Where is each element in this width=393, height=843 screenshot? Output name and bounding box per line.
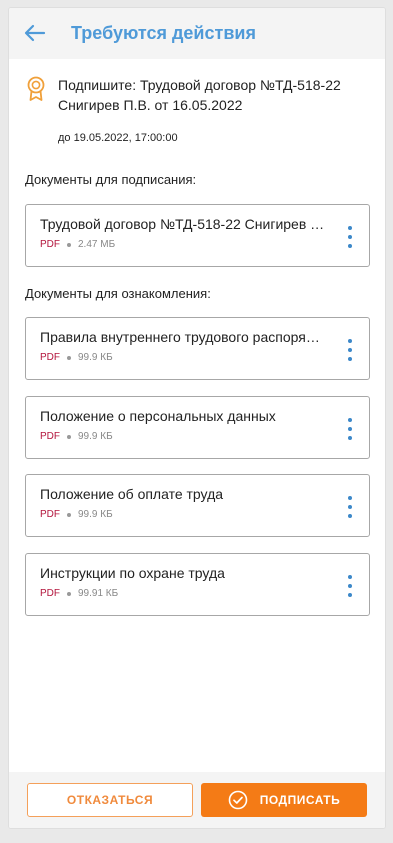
document-card[interactable]: Положение о персональных данных PDF 99.9… — [25, 396, 370, 459]
document-name: Положение об оплате труда — [40, 486, 224, 502]
award-badge-icon — [27, 76, 45, 101]
top-bar: Требуются действия — [9, 8, 385, 59]
document-meta: PDF 2.47 МБ — [40, 239, 115, 250]
more-vertical-icon[interactable] — [347, 339, 353, 361]
document-size: 99.9 КБ — [78, 509, 113, 520]
read-section-title: Документы для ознакомления: — [25, 286, 211, 301]
app-window: Требуются действия Подпишите: Трудовой д… — [8, 7, 386, 829]
document-meta: PDF 99.9 КБ — [40, 509, 113, 520]
separator-dot — [67, 434, 71, 439]
document-size: 99.9 КБ — [78, 352, 113, 363]
separator-dot — [67, 591, 71, 596]
document-name: Инструкции по охране труда — [40, 565, 225, 581]
back-arrow-icon[interactable] — [24, 22, 46, 44]
sign-button-label: ПОДПИСАТЬ — [259, 793, 341, 807]
document-name: Трудовой договор №ТД-518-22 Снигирев П.В… — [40, 216, 325, 232]
document-card[interactable]: Инструкции по охране труда PDF 99.91 КБ — [25, 553, 370, 616]
separator-dot — [67, 355, 71, 360]
separator-dot — [67, 242, 71, 247]
document-meta: PDF 99.9 КБ — [40, 431, 113, 442]
separator-dot — [67, 512, 71, 517]
action-bar: ОТКАЗАТЬСЯ ПОДПИСАТЬ — [9, 772, 385, 828]
document-size: 99.91 КБ — [78, 588, 119, 599]
document-card[interactable]: Положение об оплате труда PDF 99.9 КБ — [25, 474, 370, 537]
sign-button[interactable]: ПОДПИСАТЬ — [201, 783, 367, 817]
document-card[interactable]: Правила внутреннего трудового распорядка… — [25, 317, 370, 380]
page-title: Требуются действия — [71, 23, 256, 43]
more-vertical-icon[interactable] — [347, 496, 353, 518]
document-name: Положение о персональных данных — [40, 408, 276, 424]
more-vertical-icon[interactable] — [347, 575, 353, 597]
document-format: PDF — [40, 509, 60, 520]
document-meta: PDF 99.9 КБ — [40, 352, 113, 363]
more-vertical-icon[interactable] — [347, 418, 353, 440]
more-vertical-icon[interactable] — [347, 226, 353, 248]
document-size: 2.47 МБ — [78, 239, 116, 250]
sign-section-title: Документы для подписания: — [25, 172, 197, 187]
task-deadline: до 19.05.2022, 17:00:00 — [58, 132, 178, 144]
refuse-button-label: ОТКАЗАТЬСЯ — [66, 793, 154, 807]
document-format: PDF — [40, 239, 60, 250]
check-circle-icon — [228, 790, 248, 810]
refuse-button[interactable]: ОТКАЗАТЬСЯ — [27, 783, 193, 817]
document-format: PDF — [40, 352, 60, 363]
document-meta: PDF 99.91 КБ — [40, 588, 118, 599]
document-name: Правила внутреннего трудового распорядка — [40, 329, 325, 345]
document-format: PDF — [40, 588, 60, 599]
document-size: 99.9 КБ — [78, 431, 113, 442]
document-format: PDF — [40, 431, 60, 442]
document-card[interactable]: Трудовой договор №ТД-518-22 Снигирев П.В… — [25, 204, 370, 267]
task-description: Подпишите: Трудовой договор №ТД-518-22 С… — [58, 77, 341, 113]
